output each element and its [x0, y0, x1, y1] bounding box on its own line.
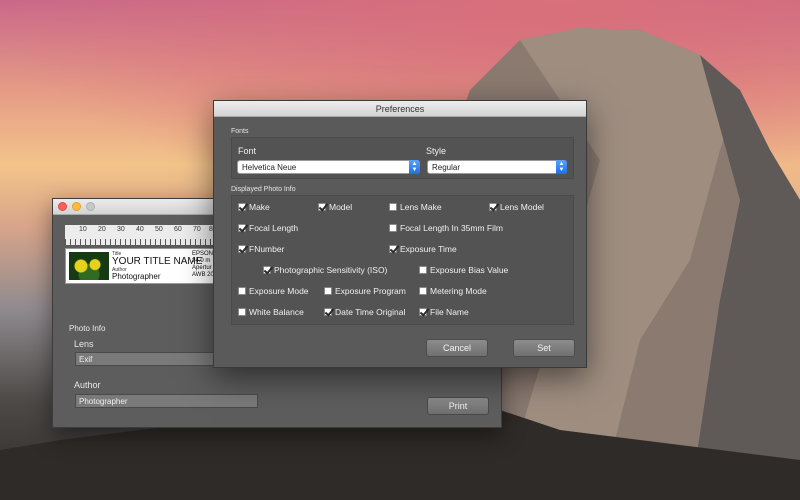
checkbox-label: Exposure Bias Value — [430, 265, 509, 275]
checkbox-label: Metering Mode — [430, 286, 487, 296]
lens-field[interactable]: Exif — [75, 352, 215, 366]
checkbox-label: File Name — [430, 307, 469, 317]
checkbox-empty-icon — [238, 287, 246, 295]
ruler-number: 70 — [193, 226, 201, 233]
preview-meta: EPSON — [192, 251, 214, 257]
checkbox-label: Date Time Original — [335, 307, 406, 317]
checkbox-date-time-original[interactable]: Date Time Original — [324, 307, 405, 317]
preview-meta: 24.0 m — [192, 258, 211, 264]
ruler-number: 20 — [98, 226, 106, 233]
font-select[interactable]: Helvetica Neue ▲ ▼ — [237, 160, 420, 174]
fonts-section-label: Fonts — [231, 128, 249, 135]
checkbox-white-balance[interactable]: White Balance — [238, 307, 304, 317]
preview-meta: AWB 20 — [192, 272, 214, 278]
checkbox-empty-icon — [389, 224, 397, 232]
checkmark-icon — [238, 245, 246, 253]
ruler-number: 40 — [136, 226, 144, 233]
checkbox-label: Make — [249, 202, 270, 212]
photo-info-box: Make Model Lens Make Lens Model Focal Le… — [231, 195, 574, 325]
chevron-updown-icon: ▲ ▼ — [409, 160, 420, 174]
checkmark-icon — [238, 203, 246, 211]
lens-label: Lens — [74, 339, 94, 349]
checkbox-metering-mode[interactable]: Metering Mode — [419, 286, 487, 296]
checkbox-lens-model[interactable]: Lens Model — [489, 202, 544, 212]
ruler-number: 60 — [174, 226, 182, 233]
checkbox-label: FNumber — [249, 244, 285, 254]
cancel-button[interactable]: Cancel — [426, 339, 488, 357]
checkbox-empty-icon — [238, 308, 246, 316]
ruler: 10 20 30 40 50 60 70 80 — [65, 225, 217, 245]
print-preview[interactable]: Title YOUR TITLE NAME Author Photographe… — [65, 248, 215, 284]
photo-info-section-label: Displayed Photo Info — [231, 186, 296, 193]
close-button[interactable] — [58, 202, 67, 211]
checkbox-exposure-time[interactable]: Exposure Time — [389, 244, 457, 254]
preferences-title: Preferences — [214, 101, 586, 117]
set-button[interactable]: Set — [513, 339, 575, 357]
checkmark-icon — [489, 203, 497, 211]
checkbox-label: Exposure Mode — [249, 286, 309, 296]
checkbox-make[interactable]: Make — [238, 202, 270, 212]
chevron-updown-icon: ▲ ▼ — [556, 160, 567, 174]
checkbox-file-name[interactable]: File Name — [419, 307, 469, 317]
checkbox-focal-length-35mm[interactable]: Focal Length In 35mm Film — [389, 223, 503, 233]
checkbox-empty-icon — [419, 266, 427, 274]
checkmark-icon — [389, 245, 397, 253]
checkmark-icon — [238, 224, 246, 232]
checkbox-exposure-program[interactable]: Exposure Program — [324, 286, 406, 296]
fonts-box: Font Helvetica Neue ▲ ▼ Style Regular ▲ ▼ — [231, 137, 574, 179]
checkbox-label: Exposure Program — [335, 286, 406, 296]
preview-meta: Apertur — [192, 265, 212, 271]
ruler-number: 30 — [117, 226, 125, 233]
style-label: Style — [426, 146, 447, 156]
zoom-button[interactable] — [86, 202, 95, 211]
minimize-button[interactable] — [72, 202, 81, 211]
checkmark-icon — [318, 203, 326, 211]
checkmark-icon — [324, 308, 332, 316]
checkmark-icon — [419, 308, 427, 316]
ruler-number: 10 — [79, 226, 87, 233]
checkbox-iso[interactable]: Photographic Sensitivity (ISO) — [263, 265, 387, 275]
checkbox-focal-length[interactable]: Focal Length — [238, 223, 298, 233]
print-button[interactable]: Print — [427, 397, 489, 415]
checkbox-empty-icon — [419, 287, 427, 295]
author-field[interactable]: Photographer — [75, 394, 258, 408]
checkbox-lens-make[interactable]: Lens Make — [389, 202, 442, 212]
checkbox-exposure-mode[interactable]: Exposure Mode — [238, 286, 309, 296]
photo-info-label: Photo Info — [69, 324, 106, 333]
checkbox-fnumber[interactable]: FNumber — [238, 244, 284, 254]
preview-photographer: Photographer — [112, 272, 161, 281]
photo-thumbnail — [69, 252, 109, 280]
font-select-value: Helvetica Neue — [242, 163, 297, 172]
preview-title: YOUR TITLE NAME — [112, 256, 203, 267]
checkbox-label: Exposure Time — [400, 244, 457, 254]
checkmark-icon — [263, 266, 271, 274]
checkbox-model[interactable]: Model — [318, 202, 352, 212]
style-select[interactable]: Regular ▲ ▼ — [427, 160, 567, 174]
preferences-window: Preferences Fonts Font Helvetica Neue ▲ ▼… — [213, 100, 587, 368]
checkbox-exposure-bias[interactable]: Exposure Bias Value — [419, 265, 508, 275]
checkbox-label: Focal Length — [249, 223, 299, 233]
style-select-value: Regular — [432, 163, 461, 172]
checkbox-label: Lens Make — [400, 202, 442, 212]
checkbox-label: Photographic Sensitivity (ISO) — [274, 265, 388, 275]
checkbox-label: Focal Length In 35mm Film — [400, 223, 503, 233]
ruler-number: 50 — [155, 226, 163, 233]
checkbox-label: Lens Model — [500, 202, 544, 212]
author-label: Author — [74, 380, 101, 390]
checkbox-empty-icon — [389, 203, 397, 211]
font-label: Font — [238, 146, 257, 156]
checkbox-label: Model — [329, 202, 353, 212]
checkbox-empty-icon — [324, 287, 332, 295]
checkbox-label: White Balance — [249, 307, 304, 317]
